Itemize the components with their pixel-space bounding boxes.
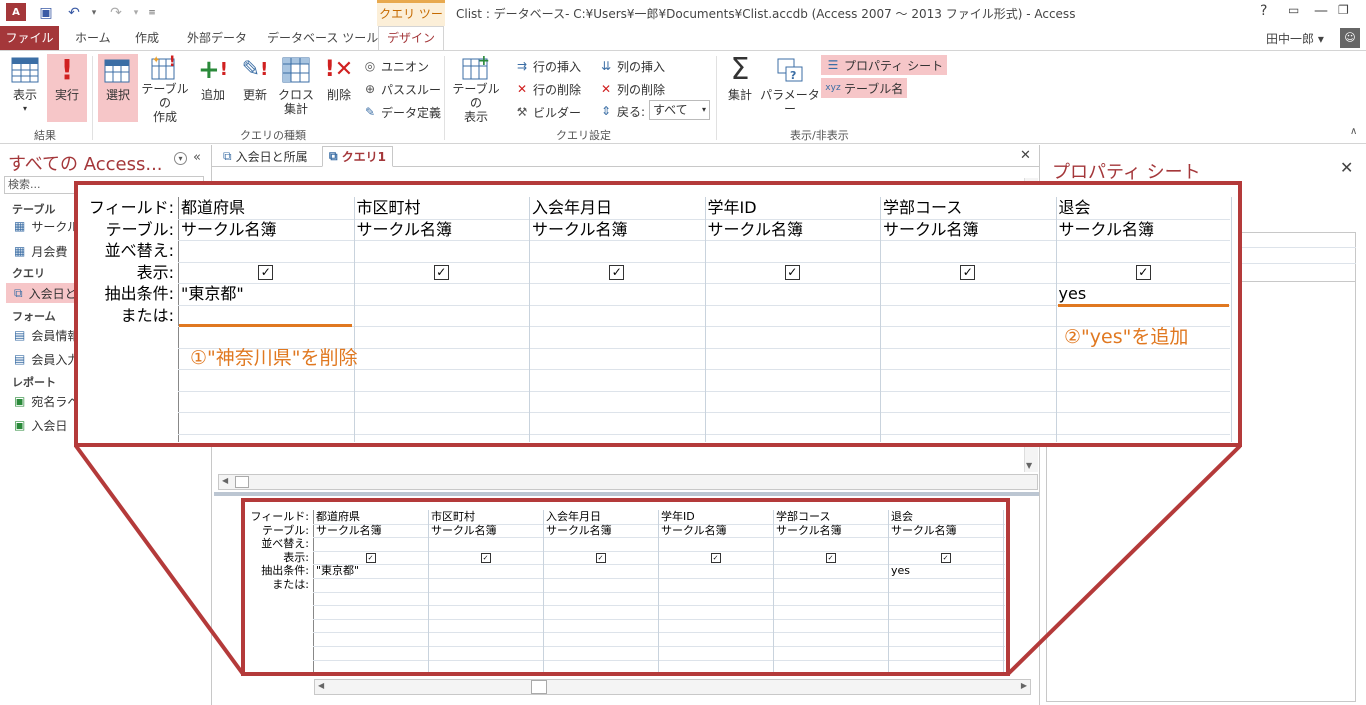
underline-marker (1058, 304, 1229, 307)
highlight-frame (241, 498, 1010, 676)
annotation-add-yes: ②"yes"を追加 (1064, 326, 1189, 348)
annotation-delete-kanagawa: ①"神奈川県"を削除 (190, 347, 358, 369)
underline-marker (179, 324, 352, 327)
zoom-frame (74, 181, 1242, 447)
